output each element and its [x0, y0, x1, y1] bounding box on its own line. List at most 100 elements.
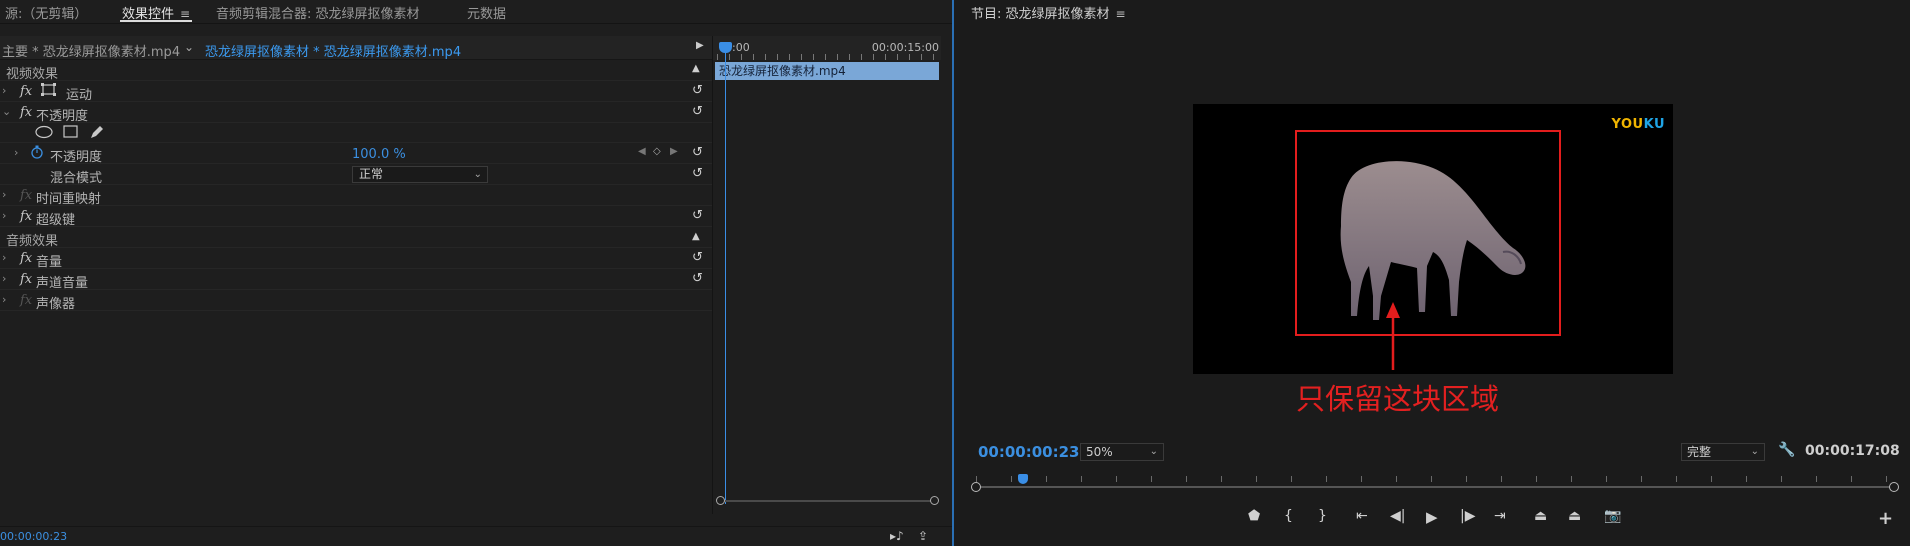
timeline-scrollbar[interactable] — [716, 496, 939, 508]
zoom-value: 50% — [1086, 445, 1113, 459]
stopwatch-icon[interactable] — [30, 145, 44, 163]
sequence-clip-label[interactable]: 恐龙绿屏抠像素材 * 恐龙绿屏抠像素材.mp4 — [205, 41, 461, 60]
fx-icon[interactable]: fx — [20, 84, 32, 99]
fx-icon[interactable]: fx — [20, 209, 32, 224]
timeline-ruler[interactable]: 0:00 00:00:15:00 — [713, 36, 941, 60]
prev-keyframe-icon[interactable]: ◀ — [638, 146, 646, 157]
chevron-right-icon[interactable]: › — [2, 84, 6, 97]
playhead-handle[interactable] — [719, 42, 732, 53]
ellipse-mask-icon[interactable] — [35, 125, 53, 143]
fx-icon[interactable]: fx — [20, 251, 32, 266]
chevron-down-icon: ⌄ — [1149, 446, 1158, 457]
section-title-video: 视频效果 — [6, 67, 59, 82]
effect-row-volume[interactable]: › fx 音量 ↺ — [0, 248, 712, 270]
left-tabbar: 源:（无剪辑） 效果控件 ≡ 音频剪辑混合器: 恐龙绿屏抠像素材 元数据 — [0, 0, 952, 24]
reset-icon[interactable]: ↺ — [692, 250, 703, 265]
chevron-right-icon[interactable]: › — [2, 209, 6, 222]
navigator-bar[interactable] — [976, 486, 1894, 488]
effect-name-time-remap: 时间重映射 — [36, 192, 102, 207]
program-time-ruler[interactable] — [971, 470, 1899, 496]
reset-icon[interactable]: ↺ — [692, 271, 703, 286]
playhead-line — [725, 44, 726, 504]
play-triangle-icon[interactable]: ▶ — [696, 40, 704, 51]
program-monitor-title[interactable]: 节目: 恐龙绿屏抠像素材 ≡ — [971, 3, 1126, 22]
chevron-right-icon[interactable]: › — [2, 293, 6, 306]
opacity-value[interactable]: 100.0 % — [352, 147, 406, 162]
scroll-end-knob[interactable] — [930, 496, 939, 505]
chevron-down-icon: ⌄ — [1750, 446, 1759, 457]
pen-mask-icon[interactable] — [89, 124, 105, 144]
effect-name-panner: 声像器 — [36, 297, 76, 312]
effect-name-volume: 音量 — [36, 255, 63, 270]
zoom-select[interactable]: 50% ⌄ — [1080, 443, 1164, 461]
panel-menu-icon[interactable]: ≡ — [180, 7, 190, 21]
effect-controls-timeline: 0:00 00:00:15:00 恐龙绿屏抠像素材.mp4 — [712, 36, 941, 514]
playhead-handle[interactable] — [1018, 474, 1028, 484]
watermark-part-b: KU — [1643, 117, 1665, 132]
program-monitor-panel: 节目: 恐龙绿屏抠像素材 ≡ YOUKU — [956, 0, 1910, 546]
chevron-down-icon[interactable]: ⌄ — [2, 105, 11, 118]
chevron-right-icon[interactable]: › — [2, 188, 6, 201]
export-frame-icon[interactable]: ⇪ — [918, 529, 928, 543]
navigator-end-knob[interactable] — [1889, 482, 1899, 492]
navigator-start-knob[interactable] — [971, 482, 981, 492]
effect-row-opacity[interactable]: ⌄ fx 不透明度 ↺ — [0, 102, 712, 124]
reset-icon[interactable]: ↺ — [692, 83, 703, 98]
panel-menu-icon[interactable]: ≡ — [1116, 7, 1126, 21]
chevron-right-icon[interactable]: › — [2, 272, 6, 285]
transform-icon — [40, 83, 58, 101]
ruler-ticks — [717, 54, 941, 60]
tab-source[interactable]: 源:（无剪辑） — [5, 3, 87, 22]
effect-row-motion[interactable]: › fx 运动 ↺ — [0, 81, 712, 103]
timeline-clip[interactable]: 恐龙绿屏抠像素材.mp4 — [715, 62, 939, 80]
effect-row-panner[interactable]: › fx 声像器 — [0, 290, 712, 312]
next-keyframe-icon[interactable]: ▶ — [670, 146, 678, 157]
collapse-up-icon[interactable]: ▲ — [692, 63, 700, 74]
filter-audio-icon[interactable]: ▸♪ — [890, 529, 904, 543]
wrench-icon[interactable]: 🔧 — [1778, 442, 1795, 458]
scroll-start-knob[interactable] — [716, 496, 725, 505]
chevron-down-icon[interactable]: ⌄ — [184, 40, 194, 54]
effect-name-opacity: 不透明度 — [36, 109, 89, 124]
effect-name-ultra-key: 超级键 — [36, 213, 76, 228]
program-monitor-title-text: 节目: 恐龙绿屏抠像素材 — [971, 7, 1110, 22]
video-preview[interactable]: YOUKU — [1193, 104, 1673, 374]
effect-row-channel-volume[interactable]: › fx 声道音量 ↺ — [0, 269, 712, 291]
mask-tools-row — [0, 123, 712, 143]
ruler-end-time: 00:00:15:00 — [871, 41, 939, 54]
reset-icon[interactable]: ↺ — [692, 208, 703, 223]
master-clip-label[interactable]: 主要 * 恐龙绿屏抠像素材.mp4 — [2, 41, 180, 60]
reset-icon[interactable]: ↺ — [692, 145, 703, 160]
annotation-text: 只保留这块区域 — [1296, 382, 1500, 416]
effect-controls-footer: 00:00:00:23 ▸♪ ⇪ — [0, 526, 952, 546]
add-keyframe-icon[interactable]: ◇ — [653, 146, 661, 157]
tab-audio-clip-mixer[interactable]: 音频剪辑混合器: 恐龙绿屏抠像素材 — [216, 3, 420, 22]
sequence-duration: 00:00:17:08 — [1805, 443, 1900, 459]
watermark-logo: YOUKU — [1612, 117, 1665, 132]
effect-controls-panel: 源:（无剪辑） 效果控件 ≡ 音频剪辑混合器: 恐龙绿屏抠像素材 元数据 主要 *… — [0, 0, 954, 546]
effect-name-motion: 运动 — [66, 88, 93, 103]
blend-mode-value: 正常 — [359, 167, 384, 181]
resolution-select[interactable]: 完整 ⌄ — [1681, 443, 1765, 461]
playhead-timecode[interactable]: 00:00:00:23 — [978, 443, 1080, 461]
current-timecode[interactable]: 00:00:00:23 — [0, 530, 67, 543]
rectangle-mask-icon[interactable] — [63, 125, 79, 143]
blend-mode-select[interactable]: 正常 ⌄ — [352, 166, 488, 183]
watermark-part-a: YOU — [1611, 117, 1644, 132]
chevron-right-icon[interactable]: › — [14, 146, 18, 159]
fx-icon[interactable]: fx — [20, 272, 32, 287]
audio-effects-section: 音频效果 ▲ — [0, 227, 712, 249]
reset-icon[interactable]: ↺ — [692, 104, 703, 119]
collapse-up-icon[interactable]: ▲ — [692, 231, 700, 242]
effect-row-ultra-key[interactable]: › fx 超级键 ↺ — [0, 206, 712, 228]
tab-metadata[interactable]: 元数据 — [467, 3, 506, 22]
fx-icon[interactable]: fx — [20, 105, 32, 120]
reset-icon[interactable]: ↺ — [692, 166, 703, 181]
fx-icon: fx — [20, 293, 33, 308]
effect-row-time-remap[interactable]: › fx 时间重映射 — [0, 185, 712, 207]
chevron-down-icon: ⌄ — [473, 169, 482, 180]
highlight-rectangle — [1295, 130, 1561, 336]
chevron-right-icon[interactable]: › — [2, 251, 6, 264]
program-monitor-controls: 00:00:00:23 50% ⌄ 完整 ⌄ 🔧 00:00:17:08 — [956, 440, 1910, 464]
ruler-ticks — [976, 476, 1894, 482]
